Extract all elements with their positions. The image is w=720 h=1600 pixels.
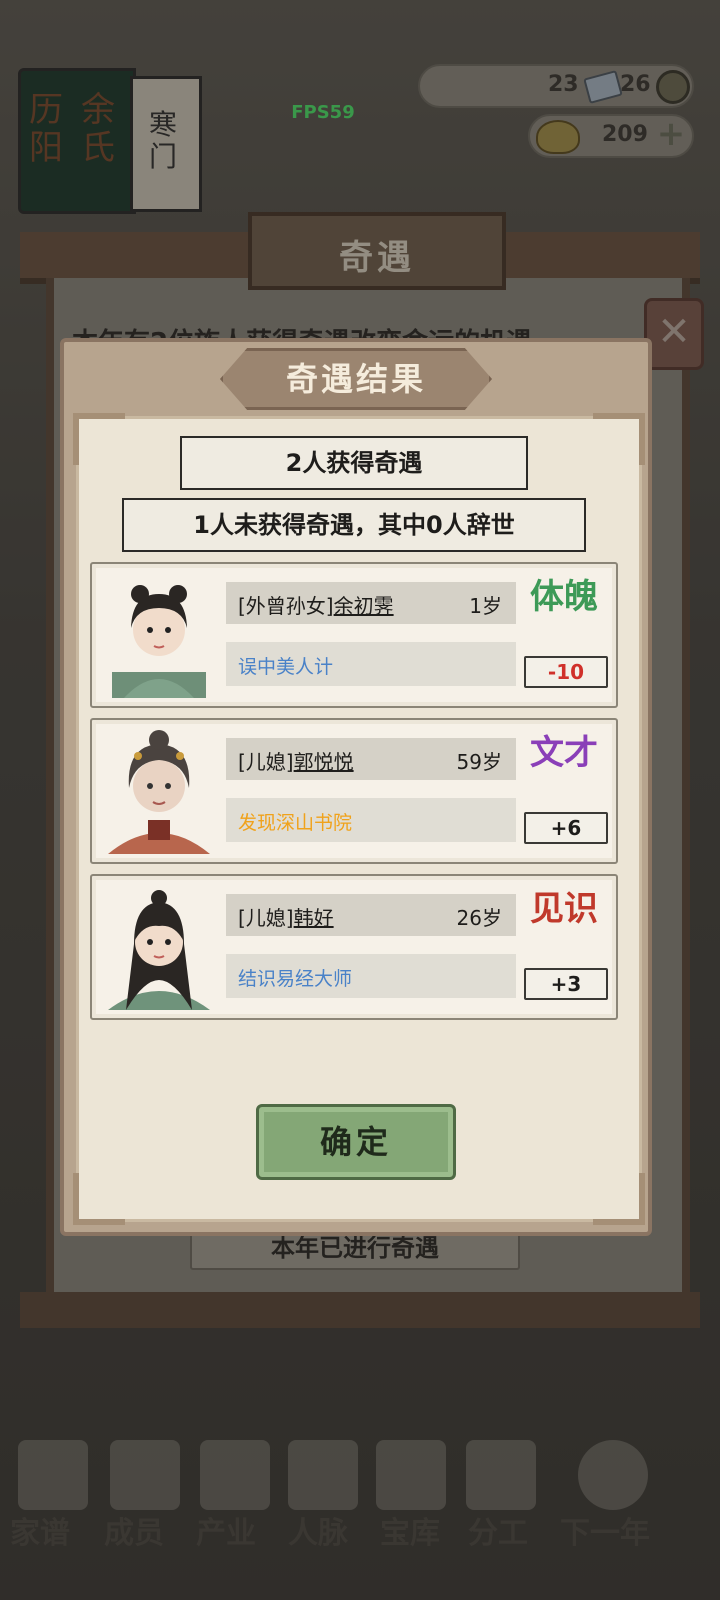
member-name[interactable]: [儿媳]韩好 [238,902,334,931]
member-age: 59岁 [456,750,502,774]
nav-next-year[interactable]: 下一年 [560,1508,650,1552]
event-name: 发现深山书院 [238,812,353,834]
members-icon [110,1440,180,1510]
connections-icon [288,1440,358,1510]
attribute-delta: -10 [524,656,608,688]
corner-ornament [593,1173,645,1225]
member-relation: [儿媳] [238,750,294,774]
treasury-icon [376,1440,446,1510]
result-dialog-title: 奇遇结果 [220,348,492,410]
encounter-card: [外曾孙女]余初霁 1岁 误中美人计 体魄 -10 [90,562,618,708]
event-band: 结识易经大师 [226,954,516,998]
assignments-icon [466,1440,536,1510]
confirm-button[interactable]: 确定 [256,1104,456,1180]
attribute-delta: +6 [524,812,608,844]
portrait-girl-avatar [112,585,206,698]
event-band: 误中美人计 [226,642,516,686]
lantern-icon [578,1440,648,1510]
member-name-band: [儿媳]韩好 26岁 [226,894,516,936]
member-name-band: [儿媳]郭悦悦 59岁 [226,738,516,780]
member-name-link[interactable]: 余初霁 [334,594,394,618]
event-name: 误中美人计 [238,656,334,678]
nav-genealogy[interactable]: 家谱 [10,1508,70,1552]
gained-summary: 2人获得奇遇 [180,436,528,490]
encounter-card: [儿媳]韩好 26岁 结识易经大师 见识 +3 [90,874,618,1020]
nav-industry[interactable]: 产业 [196,1508,256,1552]
event-band: 发现深山书院 [226,798,516,842]
member-name[interactable]: [儿媳]郭悦悦 [238,746,354,775]
member-name-band: [外曾孙女]余初霁 1岁 [226,582,516,624]
member-name-link[interactable]: 韩好 [294,906,334,930]
member-age: 26岁 [456,906,502,930]
nav-assignments[interactable]: 分工 [468,1508,528,1552]
member-relation: [外曾孙女] [238,594,334,618]
portrait-woman-avatar [108,890,210,1010]
nav-treasury[interactable]: 宝库 [380,1508,440,1552]
portrait-elder-avatar [108,730,210,854]
attribute-delta: +3 [524,968,608,1000]
genealogy-icon [18,1440,88,1510]
member-name[interactable]: [外曾孙女]余初霁 [238,590,394,619]
member-name-link[interactable]: 郭悦悦 [294,750,354,774]
attribute-label: 见识 [530,889,598,929]
member-age: 1岁 [469,594,502,618]
industry-icon [200,1440,270,1510]
attribute-label: 文才 [530,733,598,773]
corner-ornament [73,413,125,465]
corner-ornament [593,413,645,465]
corner-ornament [73,1173,125,1225]
not-gained-summary: 1人未获得奇遇，其中0人辞世 [122,498,586,552]
encounter-card: [儿媳]郭悦悦 59岁 发现深山书院 文才 +6 [90,718,618,864]
member-relation: [儿媳] [238,906,294,930]
nav-connections[interactable]: 人脉 [288,1508,348,1552]
event-name: 结识易经大师 [238,968,353,990]
attribute-label: 体魄 [530,577,598,617]
nav-members[interactable]: 成员 [104,1508,164,1552]
